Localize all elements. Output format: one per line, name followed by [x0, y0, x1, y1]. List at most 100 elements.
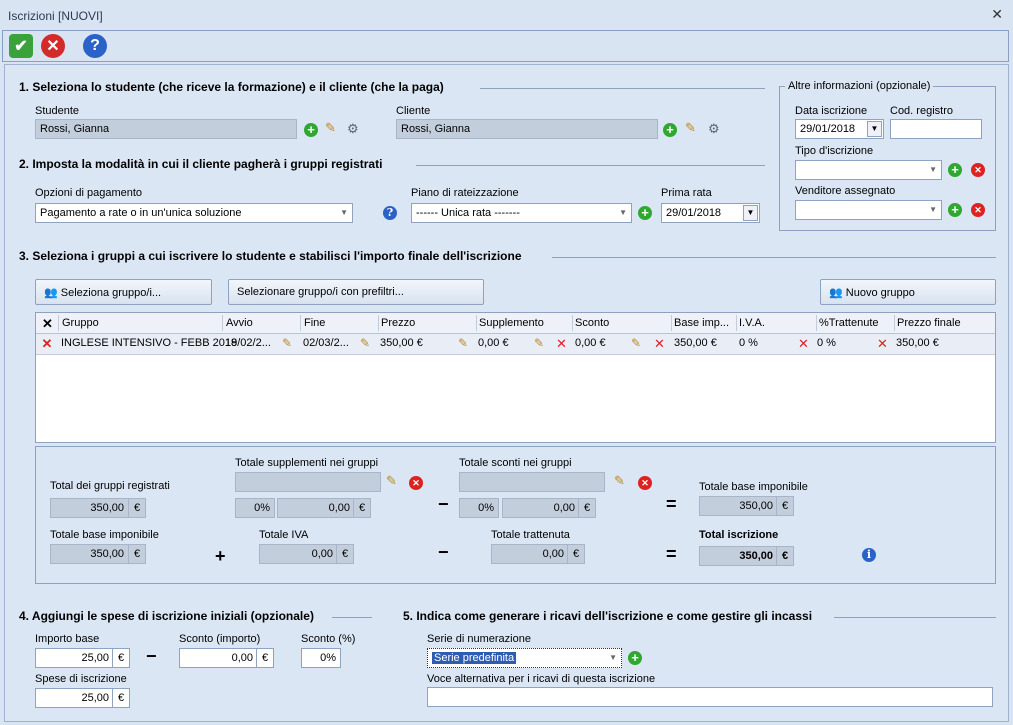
delete-disc-icon[interactable]: ✕: [638, 476, 652, 490]
fee-disc-label: Sconto (importo): [179, 633, 261, 645]
plan-label: Piano di rateizzazione: [411, 187, 519, 199]
edit-fine-icon[interactable]: ✎: [360, 336, 370, 350]
reg-field[interactable]: [890, 119, 982, 139]
equals-sign: =: [666, 494, 677, 514]
col-fine[interactable]: Fine: [304, 317, 325, 329]
supp-total-label: Totale supplementi nei gruppi: [235, 457, 379, 469]
edit-sconto-icon[interactable]: ✎: [631, 336, 641, 350]
remove-iva-icon[interactable]: ✕: [798, 336, 809, 352]
section4-divider: [332, 617, 372, 618]
add-student-icon[interactable]: +: [304, 123, 318, 137]
fee-pct-input[interactable]: 0%: [301, 648, 341, 668]
users-icon: 👥: [44, 287, 58, 299]
add-type-icon[interactable]: +: [948, 163, 962, 177]
fee-total-input[interactable]: 25,00: [35, 688, 114, 708]
col-finale[interactable]: Prezzo finale: [897, 317, 961, 329]
delete-type-icon[interactable]: ✕: [971, 163, 985, 177]
col-sconto[interactable]: Sconto: [575, 317, 609, 329]
section5-divider: [834, 617, 996, 618]
edit-avvio-icon[interactable]: ✎: [282, 336, 292, 350]
client-field[interactable]: Rossi, Gianna: [396, 119, 658, 139]
base-right-value: 350,00: [699, 496, 778, 516]
select-groups-button[interactable]: 👥 Seleziona gruppo/i...: [35, 279, 212, 305]
total-iscrizione-value: 350,00: [699, 546, 778, 566]
col-gruppo[interactable]: Gruppo: [62, 317, 99, 329]
edit-disc-icon[interactable]: ✎: [614, 473, 625, 489]
payment-label: Opzioni di pagamento: [35, 187, 143, 199]
fee-base-label: Importo base: [35, 633, 100, 645]
add-client-icon[interactable]: +: [663, 123, 677, 137]
col-avvio[interactable]: Avvio: [226, 317, 253, 329]
cell-prezzo: 350,00 €: [380, 337, 423, 349]
ret-label: Totale trattenuta: [491, 529, 570, 541]
base-euro: €: [128, 544, 146, 564]
col-supplemento[interactable]: Supplemento: [479, 317, 544, 329]
add-series-icon[interactable]: +: [628, 651, 642, 665]
delete-supp-icon[interactable]: ✕: [409, 476, 423, 490]
add-seller-icon[interactable]: +: [948, 203, 962, 217]
edit-supplemento-icon[interactable]: ✎: [534, 336, 544, 350]
student-label: Studente: [35, 105, 80, 117]
remove-trattenute-icon[interactable]: ✕: [877, 336, 888, 352]
cell-avvio: 19/02/2...: [225, 337, 271, 349]
edit-client-icon[interactable]: ✎: [685, 120, 696, 136]
close-icon[interactable]: ✕: [991, 6, 1003, 23]
first-rate-label: Prima rata: [661, 187, 712, 199]
new-group-button[interactable]: 👥 Nuovo gruppo: [820, 279, 996, 305]
other-info-title: Altre informazioni (opzionale): [785, 80, 934, 92]
total-info-icon[interactable]: i: [862, 548, 876, 562]
cancel-button[interactable]: ✕: [41, 34, 65, 58]
cell-base: 350,00 €: [674, 337, 717, 349]
search-student-icon[interactable]: ⚙: [347, 121, 359, 137]
remove-supplemento-icon[interactable]: ✕: [556, 336, 567, 352]
col-base[interactable]: Base imp...: [674, 317, 729, 329]
col-iva[interactable]: I.V.A.: [739, 317, 765, 329]
add-plan-icon[interactable]: +: [638, 206, 652, 220]
section3-title: 3. Seleziona i gruppi a cui iscrivere lo…: [19, 249, 522, 263]
groups-total-value: 350,00: [50, 498, 129, 518]
search-client-icon[interactable]: ⚙: [708, 121, 720, 137]
col-prezzo[interactable]: Prezzo: [381, 317, 415, 329]
date-field[interactable]: 29/01/2018 ▼: [795, 119, 884, 139]
series-select[interactable]: Serie predefinita ▼: [427, 648, 622, 668]
alt-voice-input[interactable]: [427, 687, 993, 707]
groups-table: ✕ Gruppo Avvio Fine Prezzo Supplemento S…: [35, 312, 996, 443]
plan-select[interactable]: ------ Unica rata ------- ▼: [411, 203, 632, 223]
table-header: ✕ Gruppo Avvio Fine Prezzo Supplemento S…: [36, 313, 995, 334]
seller-select[interactable]: ▼: [795, 200, 942, 220]
fee-pct-label: Sconto (%): [301, 633, 356, 645]
payment-help-icon[interactable]: ?: [383, 206, 397, 220]
chevron-down-icon: ▼: [609, 653, 617, 662]
help-button[interactable]: ?: [83, 34, 107, 58]
edit-prezzo-icon[interactable]: ✎: [458, 336, 468, 350]
first-rate-dropdown-icon[interactable]: ▼: [743, 205, 758, 221]
section5-title: 5. Indica come generare i ricavi dell'is…: [403, 609, 813, 623]
iva-label: Totale IVA: [259, 529, 309, 541]
first-rate-field[interactable]: 29/01/2018 ▼: [661, 203, 760, 223]
edit-supp-icon[interactable]: ✎: [386, 473, 397, 489]
edit-student-icon[interactable]: ✎: [325, 120, 336, 136]
cell-fine: 02/03/2...: [303, 337, 349, 349]
fee-base-input[interactable]: 25,00: [35, 648, 114, 668]
delete-seller-icon[interactable]: ✕: [971, 203, 985, 217]
prefilter-groups-button[interactable]: Selezionare gruppo/i con prefiltri...: [228, 279, 484, 305]
cell-supplemento: 0,00 €: [478, 337, 509, 349]
chevron-down-icon: ▼: [929, 165, 937, 174]
type-select[interactable]: ▼: [795, 160, 942, 180]
alt-voice-label: Voce alternativa per i ricavi di questa …: [427, 673, 656, 685]
disc-total-label: Totale sconti nei gruppi: [459, 457, 572, 469]
fee-disc-input[interactable]: 0,00: [179, 648, 258, 668]
remove-sconto-icon[interactable]: ✕: [654, 336, 665, 352]
confirm-button[interactable]: ✔: [9, 34, 33, 58]
iva-euro: €: [336, 544, 354, 564]
table-row[interactable]: ✕ INGLESE INTENSIVO - FEBB 2018 19/02/2.…: [36, 334, 995, 355]
remove-row-icon[interactable]: ✕: [40, 337, 54, 351]
base-value: 350,00: [50, 544, 129, 564]
payment-select[interactable]: Pagamento a rate o in un'unica soluzione…: [35, 203, 353, 223]
student-field[interactable]: Rossi, Gianna: [35, 119, 297, 139]
clear-all-icon[interactable]: ✕: [42, 316, 53, 332]
col-trattenute[interactable]: %Trattenute: [819, 317, 879, 329]
total-iscrizione-label: Total iscrizione: [699, 529, 779, 541]
ret-value: 0,00: [491, 544, 569, 564]
date-dropdown-icon[interactable]: ▼: [867, 121, 882, 137]
